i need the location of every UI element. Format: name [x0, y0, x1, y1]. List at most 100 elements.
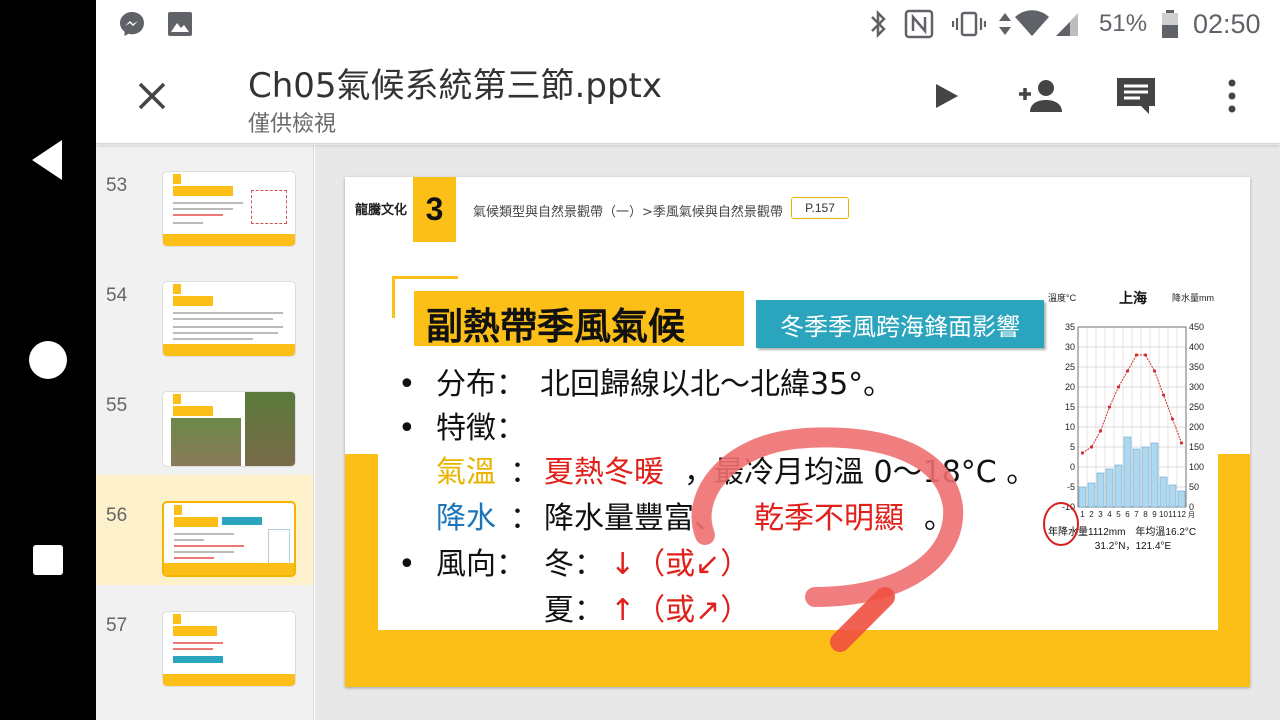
- precip-bar: [1177, 490, 1186, 508]
- temp-tick-label: 25: [1065, 362, 1075, 372]
- view-only-label: 僅供檢視: [248, 112, 337, 137]
- chart-right-axis-title: 降水量mm: [1172, 292, 1214, 303]
- temperature-point: [1179, 441, 1184, 445]
- present-button[interactable]: [918, 68, 974, 124]
- status-bar: 51% 02:50: [96, 0, 1280, 48]
- bullet-point: •: [398, 547, 416, 582]
- thumbnail-image: [162, 501, 296, 577]
- data-arrows-icon: [998, 0, 1012, 48]
- slide-viewer: 龍騰文化 3 氣候類型與自然景觀帶（一）>季風氣候與自然景觀帶 P.157 副熱…: [315, 145, 1280, 720]
- app-bar: Ch05氣候系統第三節.pptx 僅供檢視: [96, 48, 1280, 144]
- chart-title: 上海: [1119, 290, 1147, 306]
- home-icon[interactable]: [18, 330, 78, 390]
- thumbnail-image: [162, 171, 296, 247]
- temp-tick-label: 15: [1065, 402, 1075, 412]
- vibrate-icon: [952, 0, 986, 48]
- precip-bar: [1105, 468, 1114, 508]
- thumbnail-number: 55: [106, 395, 128, 416]
- precip-tick-label: 350: [1189, 362, 1204, 372]
- thumbnail-number: 54: [106, 285, 128, 306]
- month-axis-unit: 月: [1188, 511, 1195, 519]
- month-tick-label: 5: [1116, 510, 1121, 519]
- thumbnail-slide-57[interactable]: 57: [96, 585, 313, 695]
- distribution-label: 分布：: [436, 367, 526, 402]
- month-tick-label: 4: [1107, 510, 1112, 519]
- slide-tag: 冬季季風跨海鋒面影響: [756, 300, 1044, 348]
- share-button[interactable]: [1012, 68, 1068, 124]
- more-vert-icon: [1228, 79, 1236, 113]
- close-button[interactable]: [124, 68, 180, 124]
- temperature-point: [1125, 369, 1130, 373]
- summer-wind: ↑（或↗）: [610, 593, 751, 628]
- month-tick-label: 2: [1089, 510, 1094, 519]
- temperature-point: [1170, 417, 1175, 421]
- close-icon: [138, 82, 166, 110]
- temp-tick-label: 20: [1065, 382, 1075, 392]
- thumbnail-slide-55[interactable]: 55: [96, 365, 313, 475]
- bullet-point: •: [398, 411, 416, 446]
- temp-tick-label: 0: [1070, 462, 1075, 472]
- precip-tick-label: 50: [1189, 482, 1199, 492]
- precip-tick-label: 250: [1189, 402, 1204, 412]
- battery-percent: 51%: [1099, 10, 1148, 37]
- features-label: 特徵：: [436, 411, 526, 446]
- comments-button[interactable]: [1108, 68, 1164, 124]
- month-tick-label: 10: [1159, 510, 1168, 519]
- thumbnail-slide-56[interactable]: 56: [96, 475, 313, 585]
- thumbnail-slide-53[interactable]: 53: [96, 145, 313, 255]
- back-icon[interactable]: [18, 130, 78, 190]
- cell-signal-icon: [1054, 0, 1080, 48]
- temperature-point: [1098, 429, 1103, 433]
- month-tick-label: 7: [1134, 510, 1139, 519]
- summer-label: 夏：: [544, 593, 604, 628]
- winter-wind: ↓（或↙）: [610, 547, 751, 582]
- precip-tick-label: 100: [1189, 462, 1204, 472]
- slide-title: 副熱帶季風氣候: [426, 305, 685, 348]
- temp-tick-label: 35: [1065, 322, 1075, 332]
- precip-bar: [1141, 446, 1150, 508]
- climate-chart: 溫度°C 上海 降水量mm 35 30 25 20 15 10 5 0 -5 -10 450 400 350 3…: [1048, 287, 1218, 557]
- precip-tick-label: 450: [1189, 322, 1204, 332]
- play-icon: [936, 84, 958, 108]
- temperature-point: [1161, 393, 1166, 397]
- slide-thumbnail-list: 53 54 55 56 57: [96, 145, 314, 720]
- temp-tick-label: 5: [1070, 442, 1075, 452]
- month-tick-label: 1: [1080, 510, 1085, 519]
- slide-breadcrumb: 氣候類型與自然景觀帶（一）>季風氣候與自然景觀帶: [473, 205, 783, 220]
- precip-tick-label: 200: [1189, 422, 1204, 432]
- slide-canvas[interactable]: 龍騰文化 3 氣候類型與自然景觀帶（一）>季風氣候與自然景觀帶 P.157 副熱…: [345, 177, 1250, 687]
- more-options-button[interactable]: [1204, 68, 1260, 124]
- precip-bar: [1132, 448, 1141, 508]
- precip-tick-label: 400: [1189, 342, 1204, 352]
- temperature-point: [1107, 405, 1112, 409]
- nfc-icon: [904, 0, 934, 48]
- messenger-icon: [118, 0, 146, 48]
- distribution-text: 北回歸線以北～北緯35°。: [540, 367, 894, 402]
- chart-left-axis-title: 溫度°C: [1048, 292, 1077, 303]
- add-person-icon: [1019, 80, 1062, 112]
- temperature-label: 氣溫: [436, 455, 496, 490]
- thumbnail-image: [162, 611, 296, 687]
- month-tick-label: 11: [1168, 510, 1177, 519]
- colon: ：: [510, 455, 540, 490]
- section-number: 3: [413, 177, 456, 242]
- precipitation-end: 。: [924, 501, 954, 536]
- temperature-highlight: 夏熱冬暖: [544, 455, 664, 490]
- precip-bar: [1114, 464, 1123, 508]
- thumbnail-slide-54[interactable]: 54: [96, 255, 313, 365]
- textbook-page-ref: P.157: [791, 197, 849, 219]
- clock: 02:50: [1193, 8, 1261, 39]
- precip-bar: [1096, 472, 1105, 508]
- android-nav-bar: [0, 0, 96, 720]
- battery-icon: [1160, 0, 1180, 48]
- bluetooth-icon: [868, 0, 888, 48]
- precip-tick-label: 300: [1189, 382, 1204, 392]
- wifi-icon: [1014, 0, 1050, 48]
- precip-bar: [1078, 486, 1087, 508]
- precip-bar: [1168, 484, 1177, 508]
- slides-app: 51% 02:50 Ch05氣候系統第三節.pptx 僅供檢視 53 54 55…: [96, 0, 1280, 720]
- recents-icon[interactable]: [18, 530, 78, 590]
- precip-bar: [1087, 482, 1096, 508]
- document-title: Ch05氣候系統第三節.pptx: [248, 66, 662, 106]
- temp-tick-label: 10: [1065, 422, 1075, 432]
